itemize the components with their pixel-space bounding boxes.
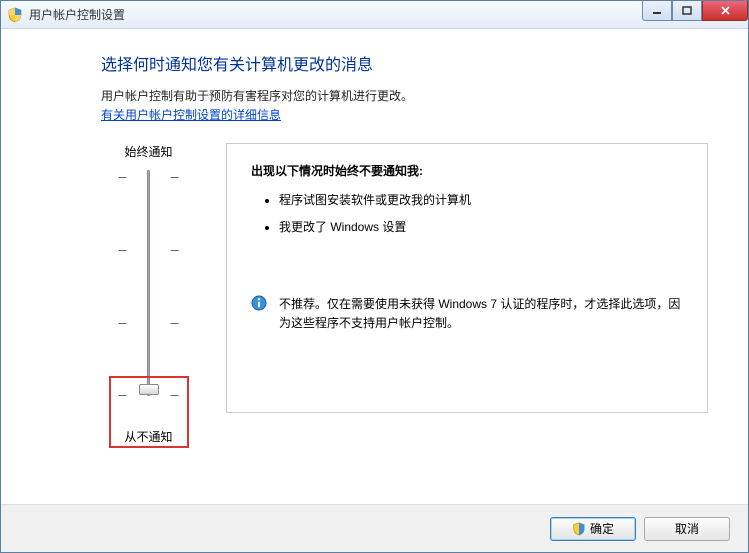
info-column: 出现以下情况时始终不要通知我: 程序试图安装软件或更改我的计算机 我更改了 Wi… (226, 143, 708, 445)
info-list: 程序试图安装软件或更改我的计算机 我更改了 Windows 设置 (279, 191, 683, 235)
slider-column: 始终通知 –– –– –– –– 从不通知 (101, 143, 196, 445)
more-info-link[interactable]: 有关用户帐户控制设置的详细信息 (101, 108, 281, 122)
slider-label-bottom: 从不通知 (101, 428, 196, 445)
content-area: 选择何时通知您有关计算机更改的消息 用户帐户控制有助于预防有害程序对您的计算机进… (1, 29, 748, 455)
cancel-button-label: 取消 (675, 520, 699, 537)
uac-slider[interactable]: –– –– –– –– (101, 170, 196, 410)
cancel-button[interactable]: 取消 (644, 517, 730, 541)
info-box: 出现以下情况时始终不要通知我: 程序试图安装软件或更改我的计算机 我更改了 Wi… (226, 143, 708, 413)
ok-button[interactable]: 确定 (550, 517, 636, 541)
slider-track (147, 170, 150, 396)
ok-button-label: 确定 (590, 520, 614, 537)
slider-thumb[interactable] (139, 384, 159, 395)
shield-icon (572, 522, 586, 536)
window-title: 用户帐户控制设置 (29, 6, 125, 23)
list-item: 程序试图安装软件或更改我的计算机 (279, 191, 683, 208)
body-row: 始终通知 –– –– –– –– 从不通知 出现以下情况时始终不要通知我: 程序… (101, 143, 708, 445)
slider-tick: –– (119, 245, 179, 253)
close-button[interactable] (702, 1, 748, 21)
page-description: 用户帐户控制有助于预防有害程序对您的计算机进行更改。 (101, 87, 708, 104)
page-heading: 选择何时通知您有关计算机更改的消息 (101, 51, 708, 75)
slider-label-top: 始终通知 (101, 143, 196, 160)
maximize-button[interactable] (672, 1, 702, 21)
recommendation-text: 不推荐。仅在需要使用未获得 Windows 7 认证的程序时，才选择此选项，因为… (279, 295, 683, 333)
titlebar: 用户帐户控制设置 (1, 1, 748, 29)
shield-icon (7, 7, 23, 23)
slider-tick: –– (119, 172, 179, 180)
list-item: 我更改了 Windows 设置 (279, 218, 683, 235)
info-header: 出现以下情况时始终不要通知我: (251, 162, 683, 179)
minimize-button[interactable] (642, 1, 672, 21)
recommendation-row: 不推荐。仅在需要使用未获得 Windows 7 认证的程序时，才选择此选项，因为… (251, 295, 683, 333)
slider-tick: –– (119, 318, 179, 326)
uac-settings-window: 用户帐户控制设置 选择何时通知您有关计算机更改的消息 用户帐户控制有助于预防有害… (0, 0, 749, 553)
footer: 确定 取消 (1, 504, 748, 552)
info-icon (251, 295, 269, 333)
window-buttons (642, 1, 748, 21)
